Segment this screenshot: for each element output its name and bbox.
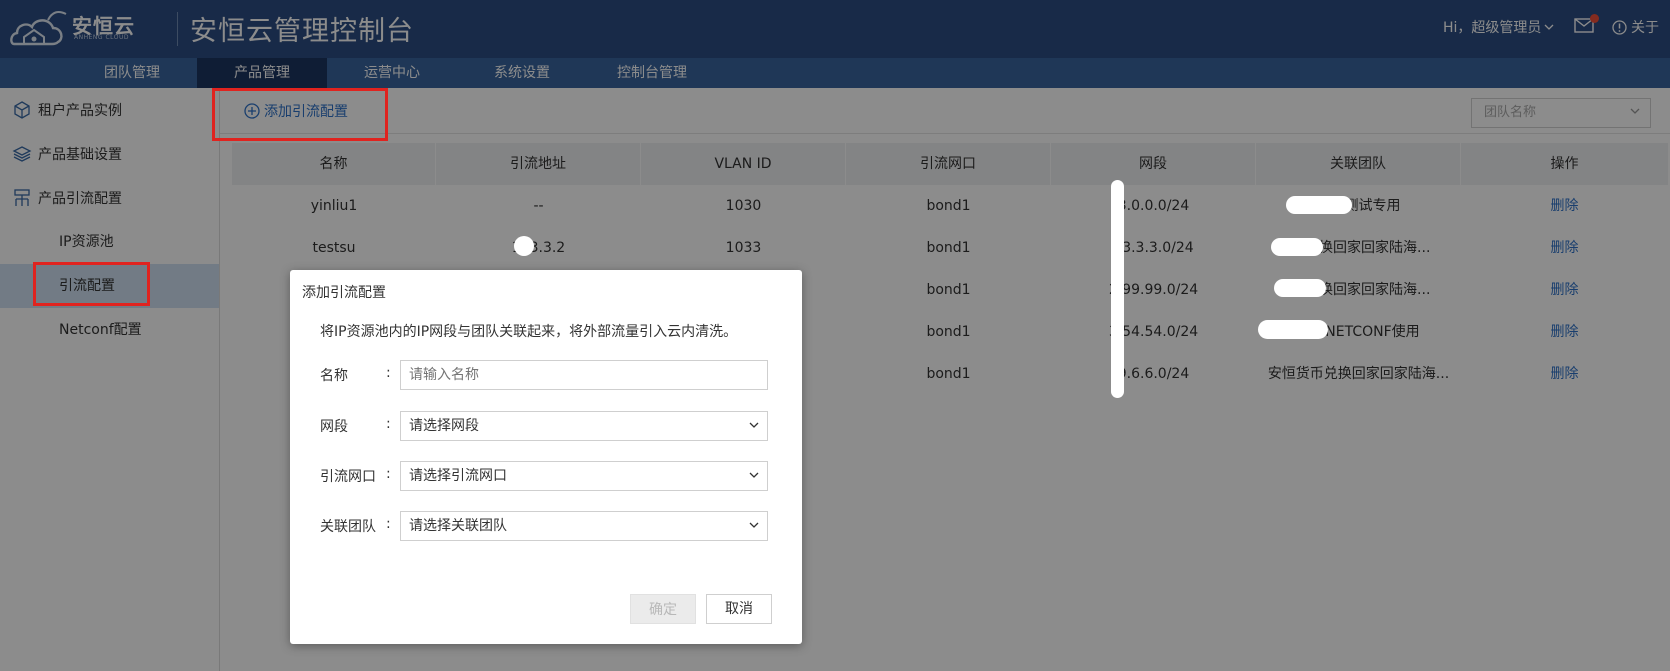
- highlight-box: [212, 88, 388, 141]
- colon: :: [386, 416, 391, 432]
- team-select[interactable]: 请选择关联团队: [400, 511, 768, 541]
- redaction-mark: [1286, 196, 1352, 214]
- port-label: 引流网口: [320, 469, 376, 485]
- segment-select[interactable]: 请选择网段: [400, 411, 768, 441]
- colon: :: [386, 466, 391, 482]
- colon: :: [386, 365, 391, 381]
- redaction-mark: [1258, 320, 1328, 339]
- chevron-down-icon: [749, 412, 759, 440]
- name-input[interactable]: [400, 360, 768, 390]
- add-traffic-config-dialog: 添加引流配置 将IP资源池内的IP网段与团队关联起来，将外部流量引入云内清洗。 …: [290, 270, 802, 644]
- confirm-button[interactable]: 确定: [630, 594, 696, 624]
- dialog-title: 添加引流配置: [302, 285, 386, 301]
- redaction-mark: [1271, 238, 1323, 256]
- highlight-box: [33, 262, 150, 306]
- segment-select-value: 请选择网段: [409, 418, 479, 434]
- redaction-mark: [514, 236, 534, 256]
- redaction-mark: [1274, 279, 1326, 297]
- chevron-down-icon: [749, 512, 759, 540]
- team-label: 关联团队: [320, 519, 376, 535]
- chevron-down-icon: [749, 462, 759, 490]
- port-select-value: 请选择引流网口: [409, 468, 507, 484]
- redaction-mark: [1111, 180, 1124, 398]
- dialog-description: 将IP资源池内的IP网段与团队关联起来，将外部流量引入云内清洗。: [320, 324, 738, 340]
- colon: :: [386, 516, 391, 532]
- name-label: 名称: [320, 368, 348, 384]
- port-select[interactable]: 请选择引流网口: [400, 461, 768, 491]
- cancel-button[interactable]: 取消: [706, 594, 772, 624]
- team-select-value: 请选择关联团队: [409, 518, 507, 534]
- segment-label: 网段: [320, 419, 348, 435]
